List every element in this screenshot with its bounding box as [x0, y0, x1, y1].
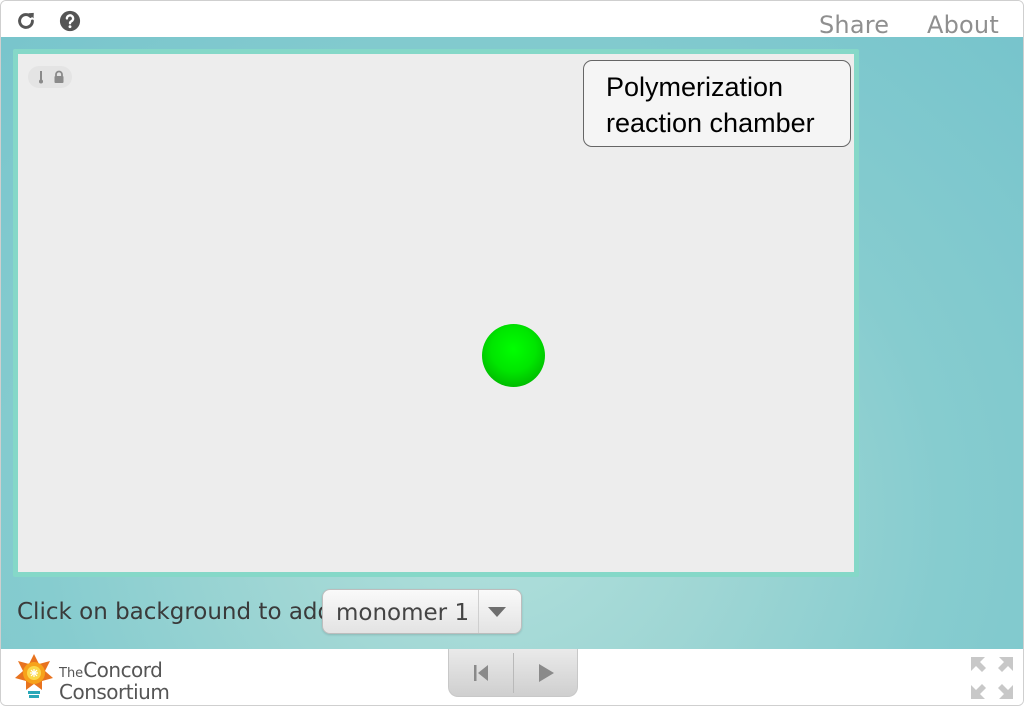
- logo-text: TheConcord Consortium: [59, 658, 170, 704]
- play-icon: [539, 664, 554, 682]
- select-divider: [478, 590, 479, 633]
- bottom-bar: TheConcord Consortium: [1, 649, 1023, 705]
- monomer-select[interactable]: monomer 1: [322, 589, 522, 634]
- reset-button[interactable]: [449, 649, 513, 696]
- fullscreen-button[interactable]: [969, 655, 1015, 701]
- controls-row: Click on background to add monomer 1: [17, 589, 617, 634]
- chamber-label: Polymerization reaction chamber: [583, 60, 851, 147]
- reset-icon: [474, 665, 488, 681]
- top-bar: Share About: [1, 1, 1023, 39]
- status-icons: [28, 66, 72, 88]
- add-instruction-text: Click on background to add: [17, 599, 333, 625]
- share-link[interactable]: Share: [819, 11, 889, 39]
- monomer-atom[interactable]: [482, 324, 545, 387]
- about-link[interactable]: About: [927, 11, 999, 39]
- fullscreen-icon: [971, 657, 1013, 699]
- monomer-select-value: monomer 1: [336, 600, 470, 626]
- thermometer-icon: [35, 70, 47, 84]
- concord-consortium-logo[interactable]: TheConcord Consortium: [13, 653, 173, 704]
- play-button[interactable]: [514, 649, 578, 696]
- help-icon[interactable]: [59, 10, 81, 32]
- model-container: Polymerization reaction chamber: [13, 49, 859, 577]
- playback-controls: [448, 649, 578, 697]
- lock-icon: [53, 70, 65, 84]
- interactive-area: Polymerization reaction chamber Click on…: [1, 37, 1023, 649]
- chevron-down-icon[interactable]: [488, 607, 506, 617]
- app-frame: Share About Polymerization reaction cham…: [0, 0, 1024, 706]
- reload-icon[interactable]: [15, 10, 37, 32]
- reaction-chamber-canvas[interactable]: Polymerization reaction chamber: [18, 54, 854, 572]
- lightbulb-logo-icon: [15, 654, 53, 698]
